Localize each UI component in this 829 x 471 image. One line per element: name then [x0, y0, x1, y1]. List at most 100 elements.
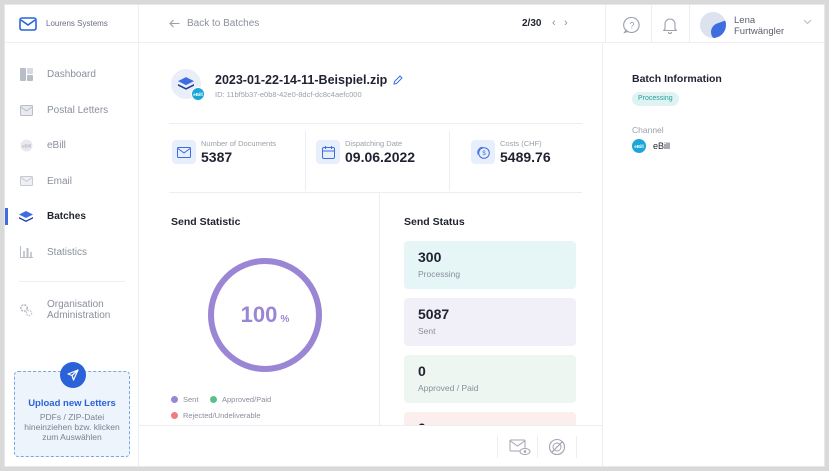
- sidebar-item-label: Batches: [47, 211, 86, 223]
- send-plane-icon[interactable]: [60, 362, 86, 388]
- user-name[interactable]: Lena Furtwängler: [734, 15, 784, 37]
- divider: [305, 131, 306, 191]
- ring-percent-unit: %: [281, 314, 290, 325]
- user-first-name: Lena: [734, 15, 756, 26]
- upload-hint-line2: hineinziehen bzw. klicken: [24, 422, 120, 432]
- status-card-value: 5087: [418, 306, 450, 322]
- sidebar-item-email[interactable]: Email: [5, 164, 139, 200]
- status-card-value: 300: [418, 249, 442, 265]
- status-card-approved-paid[interactable]: 0 Approved / Paid: [404, 355, 576, 403]
- channel-text: eBill: [653, 141, 671, 151]
- stat-costs: $ Costs (CHF) 5489.76: [471, 139, 551, 165]
- pager-prev-button[interactable]: ‹: [552, 17, 556, 29]
- brand[interactable]: Lourens Systems: [5, 5, 138, 43]
- chevron-down-icon[interactable]: [803, 19, 812, 25]
- batch-information-title: Batch Information: [632, 73, 722, 85]
- status-card-value: 0: [418, 363, 426, 379]
- coins-icon: $: [471, 140, 495, 164]
- back-label: Back to Batches: [187, 18, 260, 29]
- sidebar-item-label: Statistics: [47, 246, 88, 258]
- stat-value: 09.06.2022: [345, 149, 416, 165]
- sidebar-item-label: Email: [47, 175, 73, 187]
- ebill-icon: eBill: [19, 139, 33, 153]
- divider: [576, 436, 577, 458]
- batches-icon: [19, 210, 33, 224]
- svg-text:$: $: [482, 151, 486, 157]
- legend-rejected-undeliverable: Rejected/Undeliverable: [171, 411, 261, 420]
- legend-label: Rejected/Undeliverable: [183, 411, 261, 420]
- status-card-processing[interactable]: 300 Processing: [404, 241, 576, 289]
- org-label-line2: Administration: [47, 310, 111, 321]
- arrow-left-icon: [169, 19, 180, 28]
- topbar-divider: [689, 5, 690, 43]
- help-icon[interactable]: ?: [623, 16, 641, 34]
- cancel-batch-icon[interactable]: [548, 438, 566, 456]
- ebill-badge-icon: eBill: [191, 87, 205, 101]
- stat-number-of-documents: Number of Documents 5387: [172, 139, 276, 165]
- send-statistic-ring: 100 %: [208, 258, 322, 372]
- upload-dropzone[interactable]: Upload new Letters PDFs / ZIP-Datei hine…: [14, 362, 130, 457]
- legend-approved-paid: Approved/Paid: [210, 395, 271, 404]
- calendar-icon: [316, 140, 340, 164]
- stat-label: Costs (CHF): [500, 139, 542, 148]
- divider: [537, 436, 538, 458]
- back-to-batches-link[interactable]: Back to Batches: [169, 18, 259, 29]
- brand-logo-icon: [19, 16, 37, 31]
- postal-letters-icon: [19, 103, 33, 117]
- status-card-label: Processing: [418, 269, 461, 279]
- avatar[interactable]: [700, 12, 726, 38]
- email-icon: [19, 174, 33, 188]
- pencil-edit-icon[interactable]: [393, 75, 404, 85]
- divider: [379, 193, 380, 427]
- divider: [497, 436, 498, 458]
- brand-name: Lourens Systems: [46, 19, 108, 28]
- upload-title: Upload new Letters: [28, 398, 116, 409]
- batch-id: ID: 11bf5b37-e0b8-42e0-8dcf-dc8c4aefc000: [215, 90, 362, 99]
- sidebar: Lourens Systems Dashboard Postal Letters…: [5, 5, 139, 466]
- status-card-label: Approved / Paid: [418, 383, 479, 393]
- channel-value: eBill eBill: [632, 139, 670, 153]
- stat-dispatching-date: Dispatching Date 09.06.2022: [316, 139, 415, 165]
- topbar: Back to Batches 2/30 ‹ › ? Lena Furtwängl…: [139, 5, 824, 43]
- pager-next-button[interactable]: ›: [564, 17, 568, 29]
- dashboard-icon: [19, 68, 33, 82]
- bell-icon[interactable]: [661, 16, 679, 34]
- legend-sent: Sent: [171, 395, 198, 404]
- batch-filename: 2023-01-22-14-11-Beispiel.zip: [215, 73, 404, 87]
- sidebar-item-dashboard[interactable]: Dashboard: [5, 57, 139, 93]
- bottom-action-bar: [139, 425, 602, 466]
- send-status-title: Send Status: [404, 216, 465, 228]
- sidebar-nav: Dashboard Postal Letters eBill eBill Ema…: [5, 57, 139, 327]
- sidebar-item-batches[interactable]: Batches: [5, 199, 139, 235]
- send-statistic-title: Send Statistic: [171, 216, 241, 228]
- sidebar-item-label: Postal Letters: [47, 104, 109, 116]
- svg-text:?: ?: [629, 20, 634, 30]
- stat-label: Number of Documents: [201, 139, 277, 148]
- sidebar-item-label: Dashboard: [47, 69, 96, 81]
- status-badge: Processing: [632, 92, 679, 106]
- batch-detail: eBill 2023-01-22-14-11-Beispiel.zip ID: …: [139, 43, 602, 460]
- legend-dot: [210, 396, 217, 403]
- divider: [169, 192, 582, 193]
- batch-information-panel: Batch Information Processing Channel eBi…: [602, 43, 824, 466]
- sidebar-item-postal-letters[interactable]: Postal Letters: [5, 93, 139, 129]
- status-card-label: Sent: [418, 326, 436, 336]
- sidebar-item-statistics[interactable]: Statistics: [5, 235, 139, 271]
- sidebar-item-organisation-administration[interactable]: Organisation Administration: [5, 293, 139, 327]
- status-card-sent[interactable]: 5087 Sent: [404, 298, 576, 346]
- ring-percent: 100: [241, 302, 278, 327]
- org-label-line1: Organisation: [47, 299, 104, 310]
- legend-dot: [171, 396, 178, 403]
- divider: [449, 131, 450, 191]
- gear-icon: [19, 303, 33, 317]
- ebill-channel-icon: eBill: [632, 139, 646, 153]
- mail-preview-icon[interactable]: [509, 438, 531, 456]
- stat-label: Dispatching Date: [345, 139, 403, 148]
- filename-text: 2023-01-22-14-11-Beispiel.zip: [215, 73, 388, 87]
- svg-text:eBill: eBill: [22, 144, 31, 149]
- legend-label: Sent: [183, 395, 199, 404]
- sidebar-item-label: Organisation Administration: [47, 299, 110, 321]
- user-last-name: Furtwängler: [734, 26, 785, 37]
- sidebar-item-label: eBill: [47, 140, 66, 152]
- sidebar-item-ebill[interactable]: eBill eBill: [5, 128, 139, 164]
